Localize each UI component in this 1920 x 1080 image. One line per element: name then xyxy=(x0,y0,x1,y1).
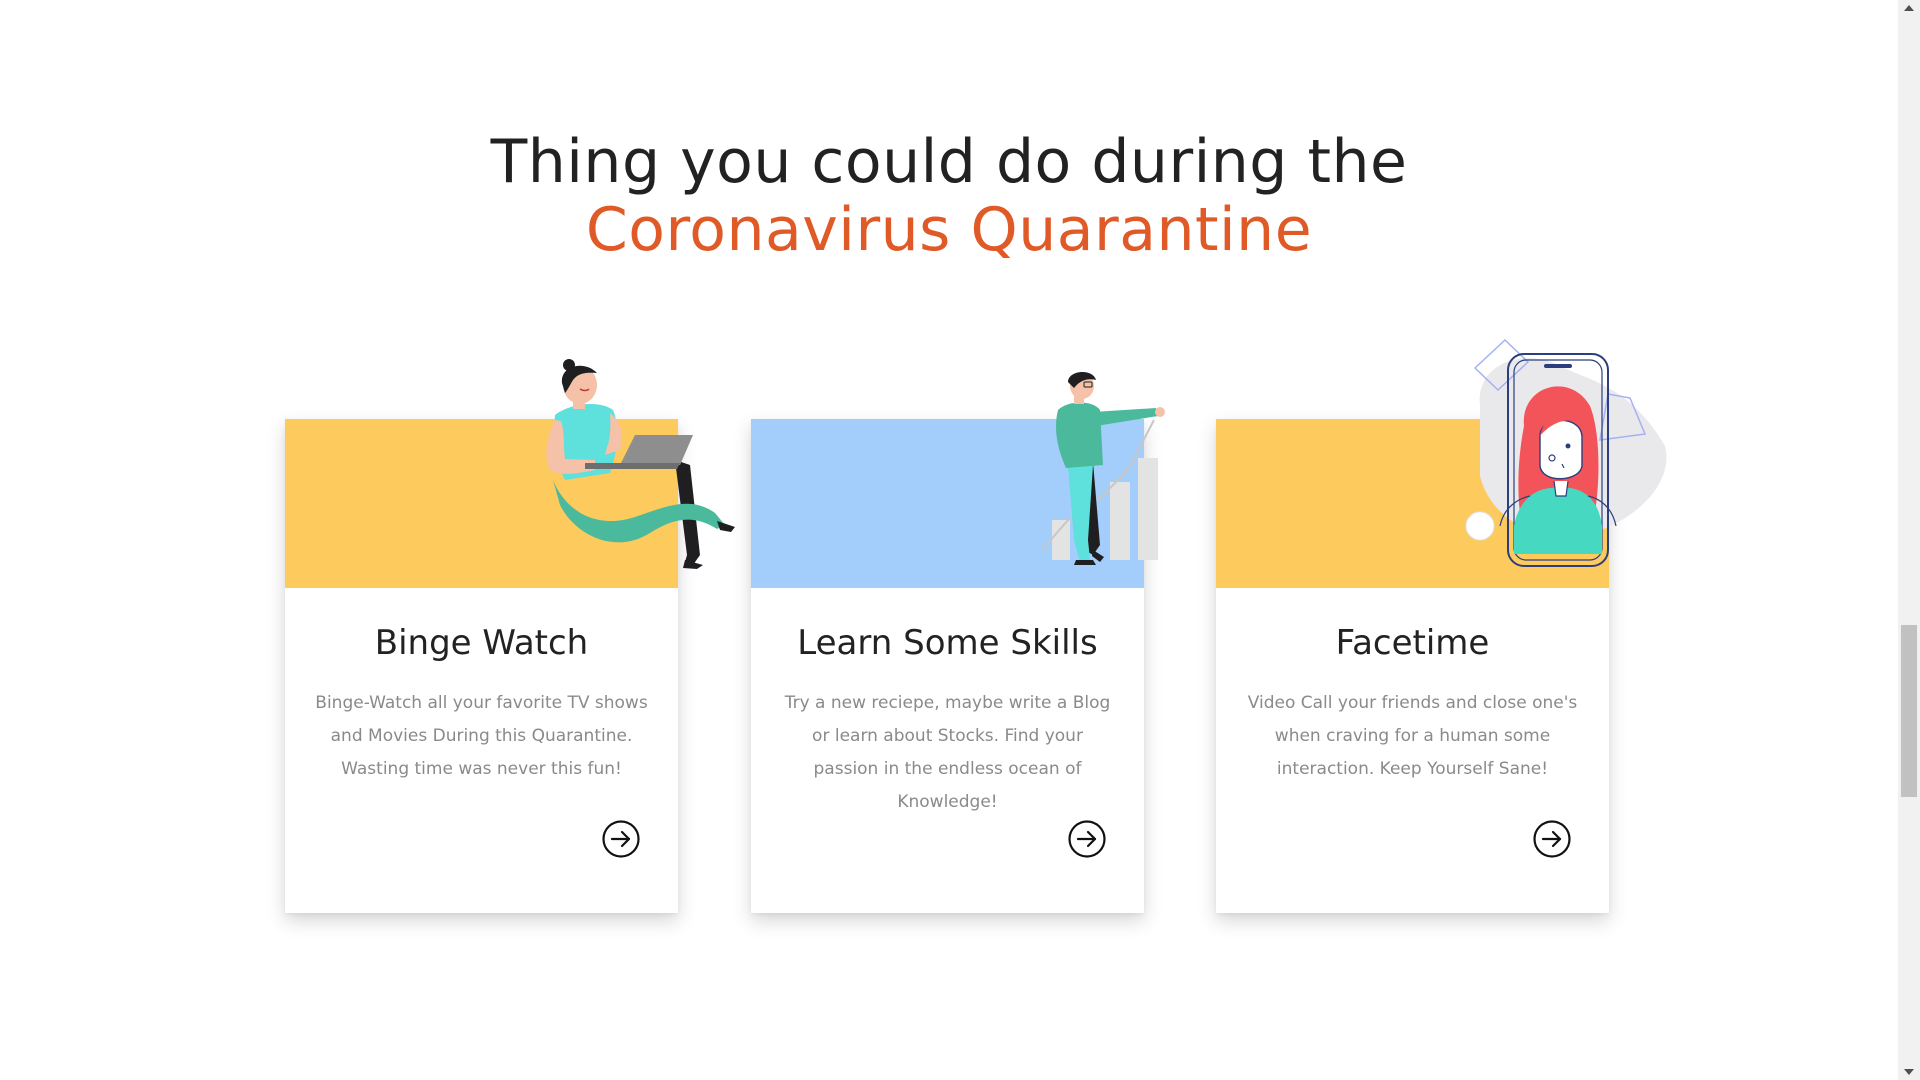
vertical-scrollbar[interactable] xyxy=(1898,0,1920,1080)
page: Thing you could do during the Coronaviru… xyxy=(0,0,1920,1080)
card-title: Facetime xyxy=(1335,623,1490,663)
woman-with-laptop-illustration xyxy=(546,359,735,569)
card-description: Video Call your friends and close one's … xyxy=(1247,693,1578,779)
video-call-phone-illustration xyxy=(1465,338,1667,567)
arrow-right-circle-icon[interactable] xyxy=(1533,820,1571,858)
scrollbar-thumb[interactable] xyxy=(1901,625,1917,797)
card-description: Try a new reciepe, maybe write a Blog or… xyxy=(784,693,1111,812)
man-with-growth-chart-illustration xyxy=(1041,371,1165,565)
arrow-right-circle-icon[interactable] xyxy=(1068,820,1106,858)
scroll-up-arrow-icon[interactable] xyxy=(1898,0,1920,17)
card-description: Binge-Watch all your favorite TV shows a… xyxy=(315,693,648,779)
arrow-right-circle-icon[interactable] xyxy=(602,820,640,858)
card-title: Binge Watch xyxy=(374,623,589,663)
heading-line-2-highlight: Coronavirus Quarantine xyxy=(585,195,1313,265)
heading-line-1: Thing you could do during the xyxy=(490,127,1408,197)
card-title: Learn Some Skills xyxy=(797,623,1098,663)
section-heading: Thing you could do during the Coronaviru… xyxy=(0,128,1898,264)
scroll-down-arrow-icon[interactable] xyxy=(1898,1063,1920,1080)
